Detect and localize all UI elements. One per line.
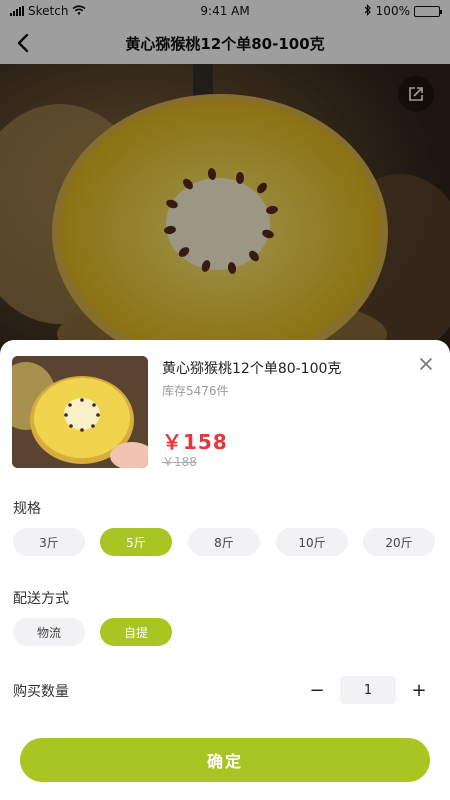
product-name: 黄心猕猴桃12个单80-100克 bbox=[162, 361, 342, 377]
product-price: ￥158 bbox=[162, 430, 228, 454]
spec-option-3jin[interactable]: 3斤 bbox=[13, 528, 85, 556]
spec-selection-sheet: 黄心猕猴桃12个单80-100克 库存5476件 ￥158 ￥188 规格 3斤… bbox=[0, 340, 450, 800]
quantity-field[interactable]: 1 bbox=[340, 676, 396, 704]
kiwi-thumbnail bbox=[12, 356, 148, 468]
spec-option-8jin[interactable]: 8斤 bbox=[188, 528, 260, 556]
quantity-minus-button[interactable]: − bbox=[304, 677, 330, 703]
spec-option-10jin[interactable]: 10斤 bbox=[276, 528, 348, 556]
original-price: ￥188 bbox=[162, 455, 197, 469]
delivery-option-logistics[interactable]: 物流 bbox=[13, 618, 85, 646]
close-icon[interactable] bbox=[416, 354, 436, 374]
spec-title: 规格 bbox=[13, 501, 41, 517]
confirm-button[interactable]: 确定 bbox=[20, 738, 430, 782]
quantity-title: 购买数量 bbox=[13, 684, 69, 700]
delivery-title: 配送方式 bbox=[13, 591, 69, 607]
stock-count: 库存5476件 bbox=[162, 384, 229, 398]
quantity-plus-button[interactable]: + bbox=[406, 677, 432, 703]
delivery-option-pickup[interactable]: 自提 bbox=[100, 618, 172, 646]
quantity-stepper: − 1 + bbox=[304, 676, 432, 704]
spec-option-20jin[interactable]: 20斤 bbox=[363, 528, 435, 556]
product-thumbnail bbox=[12, 356, 148, 468]
spec-option-5jin[interactable]: 5斤 bbox=[100, 528, 172, 556]
